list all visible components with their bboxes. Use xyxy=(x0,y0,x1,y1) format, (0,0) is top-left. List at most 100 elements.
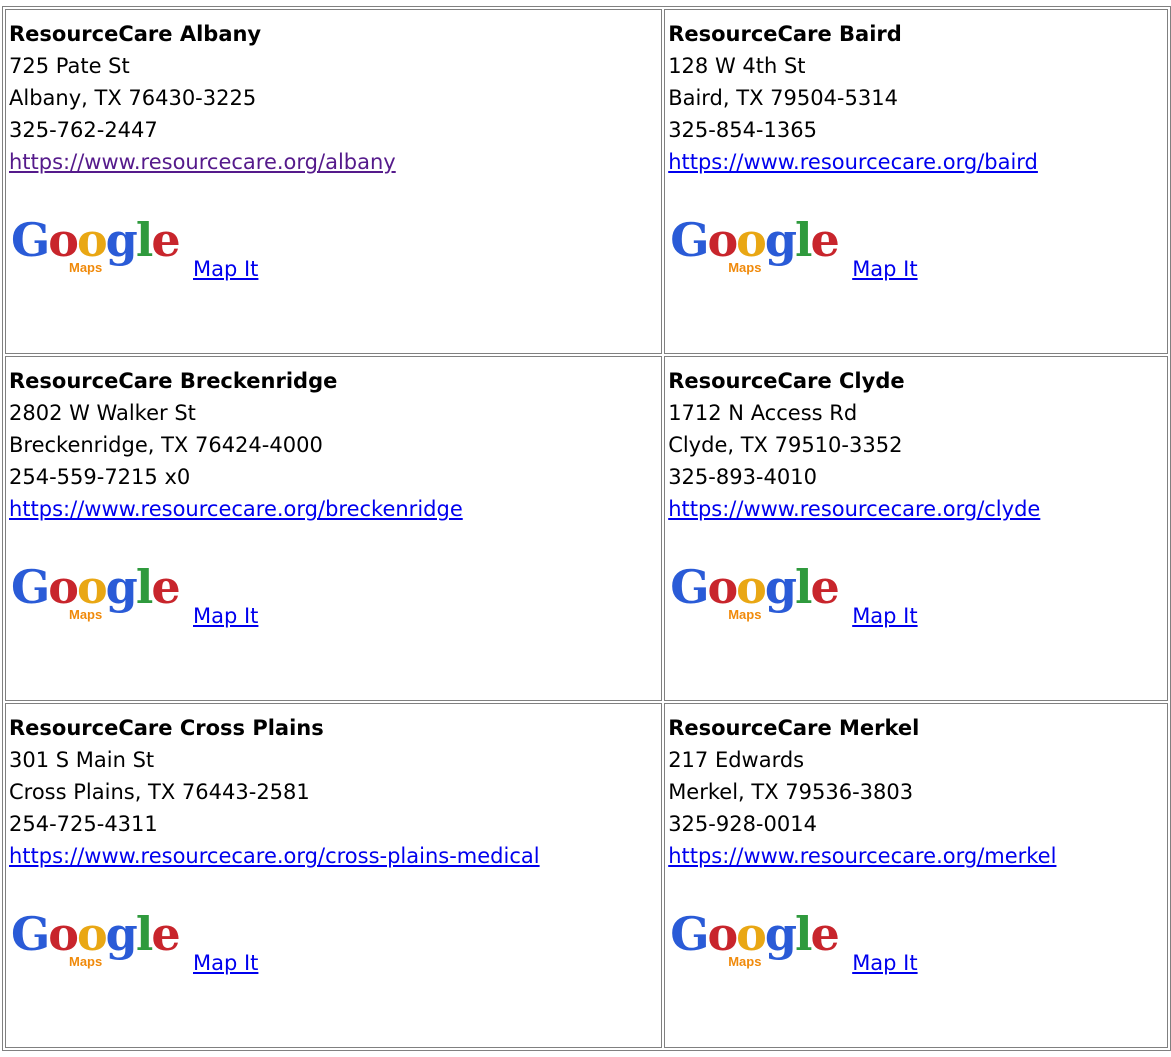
maps-word: Maps xyxy=(728,260,762,275)
map-it-link[interactable]: Map It xyxy=(193,604,258,628)
logo-letter: e xyxy=(151,560,180,614)
location-website-link[interactable]: https://www.resourcecare.org/clyde xyxy=(668,497,1040,521)
location-name: ResourceCare Baird xyxy=(668,22,902,46)
maps-word: Maps xyxy=(728,954,762,969)
logo-letter: G xyxy=(670,213,709,267)
logo-letter: l xyxy=(135,213,154,267)
location-cell: ResourceCare Breckenridge 2802 W Walker S… xyxy=(5,356,663,701)
location-city: Albany, TX 76430-3225 xyxy=(9,86,257,110)
maps-word: Maps xyxy=(69,954,103,969)
logo-letter: e xyxy=(810,560,840,614)
location-phone: 325-854-1365 xyxy=(668,118,817,142)
location-website-link[interactable]: https://www.resourcecare.org/albany xyxy=(9,150,396,174)
map-it-link[interactable]: Map It xyxy=(193,951,258,975)
logo-letter: G xyxy=(11,907,50,961)
logo-letter: l xyxy=(135,560,154,614)
location-city: Cross Plains, TX 76443-2581 xyxy=(9,780,310,804)
location-name: ResourceCare Merkel xyxy=(668,716,920,740)
logo-letter: g xyxy=(105,213,138,267)
logo-letter: l xyxy=(795,907,813,961)
location-street: 725 Pate St xyxy=(9,54,130,78)
google-logo-text: Google xyxy=(670,564,840,610)
location-name: ResourceCare Albany xyxy=(9,22,262,46)
location-cell: ResourceCare Albany 725 Pate St Albany, TX… xyxy=(5,9,663,354)
logo-letter: l xyxy=(795,213,813,267)
logo-letter: o xyxy=(48,213,79,267)
logo-letter: o xyxy=(736,560,767,614)
map-row: Google Maps Map It xyxy=(9,213,661,281)
location-city: Breckenridge, TX 76424-4000 xyxy=(9,433,323,457)
logo-letter: e xyxy=(810,213,840,267)
logo-letter: l xyxy=(795,560,813,614)
google-logo-text: Google xyxy=(11,564,181,610)
logo-letter: o xyxy=(707,907,738,961)
logo-letter: o xyxy=(707,560,738,614)
google-logo-text: Google xyxy=(670,217,840,263)
maps-word: Maps xyxy=(728,607,762,622)
logo-letter: o xyxy=(736,213,767,267)
logo-letter: G xyxy=(11,213,50,267)
location-cell: ResourceCare Merkel 217 Edwards Merkel, TX… xyxy=(664,703,1168,1048)
locations-row: ResourceCare Albany 725 Pate St Albany, TX… xyxy=(5,9,1168,354)
location-name: ResourceCare Breckenridge xyxy=(9,369,338,393)
logo-letter: o xyxy=(76,560,108,614)
map-row: Google Maps Map It xyxy=(668,907,1167,975)
location-city: Baird, TX 79504-5314 xyxy=(668,86,898,110)
google-logo-text: Google xyxy=(11,217,181,263)
logo-letter: e xyxy=(151,907,180,961)
location-cell: ResourceCare Cross Plains 301 S Main St Cr… xyxy=(5,703,663,1048)
logo-letter: G xyxy=(670,907,709,961)
google-maps-logo: Google Maps xyxy=(9,564,181,622)
google-maps-logo: Google Maps xyxy=(9,217,181,275)
logo-letter: o xyxy=(76,907,108,961)
logo-letter: g xyxy=(764,213,797,267)
logo-letter: l xyxy=(135,907,154,961)
location-cell: ResourceCare Clyde 1712 N Access Rd Clyde,… xyxy=(664,356,1168,701)
logo-letter: g xyxy=(105,560,138,614)
location-street: 301 S Main St xyxy=(9,748,155,772)
locations-row: ResourceCare Breckenridge 2802 W Walker S… xyxy=(5,356,1168,701)
location-city: Merkel, TX 79536-3803 xyxy=(668,780,914,804)
maps-word: Maps xyxy=(69,607,103,622)
google-maps-logo: Google Maps xyxy=(668,564,840,622)
location-city: Clyde, TX 79510-3352 xyxy=(668,433,903,457)
map-it-link[interactable]: Map It xyxy=(852,951,917,975)
logo-letter: e xyxy=(810,907,840,961)
location-phone: 254-559-7215 x0 xyxy=(9,465,191,489)
location-website-link[interactable]: https://www.resourcecare.org/merkel xyxy=(668,844,1056,868)
logo-letter: g xyxy=(105,907,138,961)
logo-letter: o xyxy=(707,213,738,267)
location-phone: 325-928-0014 xyxy=(668,812,817,836)
google-logo-text: Google xyxy=(11,911,181,957)
logo-letter: o xyxy=(736,907,767,961)
location-street: 217 Edwards xyxy=(668,748,805,772)
map-row: Google Maps Map It xyxy=(9,560,661,628)
logo-letter: g xyxy=(764,907,797,961)
location-phone: 325-893-4010 xyxy=(668,465,817,489)
google-maps-logo: Google Maps xyxy=(9,911,181,969)
map-it-link[interactable]: Map It xyxy=(852,257,917,281)
location-website-link[interactable]: https://www.resourcecare.org/cross-plain… xyxy=(9,844,540,868)
google-logo-text: Google xyxy=(670,911,840,957)
location-website-link[interactable]: https://www.resourcecare.org/breckenridg… xyxy=(9,497,463,521)
logo-letter: o xyxy=(48,907,79,961)
map-it-link[interactable]: Map It xyxy=(193,257,258,281)
map-row: Google Maps Map It xyxy=(668,560,1167,628)
logo-letter: G xyxy=(670,560,709,614)
location-name: ResourceCare Clyde xyxy=(668,369,905,393)
location-name: ResourceCare Cross Plains xyxy=(9,716,324,740)
maps-word: Maps xyxy=(69,260,103,275)
locations-row: ResourceCare Cross Plains 301 S Main St Cr… xyxy=(5,703,1168,1048)
location-website-link[interactable]: https://www.resourcecare.org/baird xyxy=(668,150,1038,174)
map-row: Google Maps Map It xyxy=(9,907,661,975)
map-row: Google Maps Map It xyxy=(668,213,1167,281)
location-cell: ResourceCare Baird 128 W 4th St Baird, TX … xyxy=(664,9,1168,354)
location-street: 128 W 4th St xyxy=(668,54,806,78)
map-it-link[interactable]: Map It xyxy=(852,604,917,628)
google-maps-logo: Google Maps xyxy=(668,911,840,969)
location-phone: 325-762-2447 xyxy=(9,118,158,142)
location-street: 1712 N Access Rd xyxy=(668,401,858,425)
locations-table: ResourceCare Albany 725 Pate St Albany, TX… xyxy=(2,6,1171,1051)
location-street: 2802 W Walker St xyxy=(9,401,196,425)
logo-letter: G xyxy=(11,560,50,614)
